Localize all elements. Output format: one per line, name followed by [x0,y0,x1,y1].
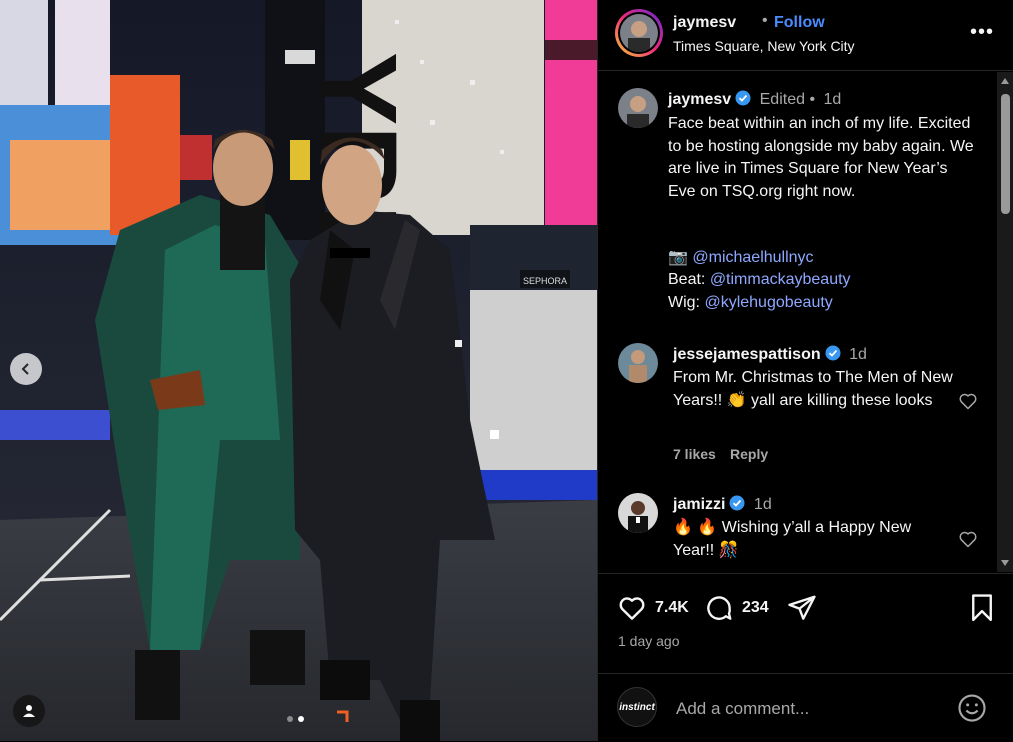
comment-avatar[interactable] [618,343,658,383]
likes-count[interactable]: 7.4K [655,599,689,617]
verified-badge-icon [729,495,745,511]
scroll-thumb[interactable] [1001,94,1010,214]
post-location[interactable]: Times Square, New York City [673,38,855,54]
header-separator: • [762,12,768,29]
caption-username[interactable]: jaymesv [668,91,731,108]
comment-time[interactable]: 1d [754,496,772,513]
comment-time[interactable]: 1d [849,346,867,363]
emoji-icon[interactable] [957,693,987,723]
scroll-up-arrow[interactable] [1001,78,1009,84]
post-header: jaymesv • Follow Times Square, New York … [598,0,1013,71]
comments-scrollbar[interactable] [997,72,1013,572]
caption-edited: Edited [759,91,805,108]
post-details-panel: jaymesv • Follow Times Square, New York … [597,0,1013,741]
caption-credit: 📷 @michaelhullnyc [668,249,814,266]
author-avatar[interactable] [615,9,663,57]
caption-meta: jaymesv Edited • 1d [668,90,841,109]
comment-username[interactable]: jamizzi [673,496,725,513]
bookmark-save-icon[interactable] [968,593,996,623]
add-comment-bar: instinct [598,673,1013,742]
comment-username[interactable]: jessejamespattison [673,346,821,363]
tagged-users-button[interactable] [13,695,45,727]
avatar-photo [618,88,658,128]
comment-likes[interactable]: 7 likes [673,446,716,462]
carousel-indicator [287,716,304,722]
svg-text:SEPHORA: SEPHORA [523,276,567,286]
caption-text: Face beat within an inch of my life. Exc… [668,115,974,200]
comments-list[interactable]: jaymesv Edited • 1d Face beat within an … [598,72,1013,572]
post-actions: 7.4K 234 1 day ago [598,573,1013,674]
comment-text: From Mr. Christmas to The Men of New Yea… [673,369,953,409]
verified-badge-icon [735,90,751,106]
comments-count[interactable]: 234 [742,599,769,617]
avatar-photo [618,493,658,533]
comment-bubble-icon[interactable] [704,593,734,623]
verified-badge-icon [825,345,841,361]
comment-reply-button[interactable]: Reply [730,446,768,462]
user-icon [23,705,35,717]
post-image[interactable]: YRE SEPHORA [0,0,597,741]
comment-meta: jessejamespattison 1d [673,345,867,364]
comment-meta: jamizzi 1d [673,495,772,514]
carousel-dot-active [298,716,304,722]
caption-avatar[interactable] [618,88,658,128]
caption-credit: Wig: @kylehugobeauty [668,294,833,311]
mention-link[interactable]: @timmackaybeauty [710,271,851,288]
comment-text: 🔥 🔥 Wishing y’all a Happy New Year!! 🎊 [673,519,912,559]
author-username[interactable]: jaymesv [673,14,736,32]
comment-input[interactable] [674,696,938,722]
comment-avatar[interactable] [618,493,658,533]
caption-dot: • [809,91,816,108]
mention-link[interactable]: @michaelhullnyc [692,249,813,266]
share-send-icon[interactable] [787,593,817,623]
post-time-ago[interactable]: 1 day ago [618,633,680,649]
like-comment-icon[interactable] [958,391,978,411]
like-comment-icon[interactable] [958,529,978,549]
current-user-avatar[interactable]: instinct [617,687,657,727]
scroll-down-arrow[interactable] [1001,560,1009,566]
post-photo-illustration: YRE SEPHORA [0,0,597,741]
avatar-photo [618,343,658,383]
more-options-button[interactable]: ••• [970,21,994,44]
mention-link[interactable]: @kylehugobeauty [704,294,832,311]
carousel-prev-button[interactable] [10,353,42,385]
like-heart-icon[interactable] [617,593,647,623]
caption-time[interactable]: 1d [824,91,842,108]
avatar-photo [620,14,658,52]
chevron-left-icon [21,363,29,375]
carousel-dot [287,716,293,722]
follow-button[interactable]: Follow [774,14,825,32]
caption-credit: Beat: @timmackaybeauty [668,271,851,288]
